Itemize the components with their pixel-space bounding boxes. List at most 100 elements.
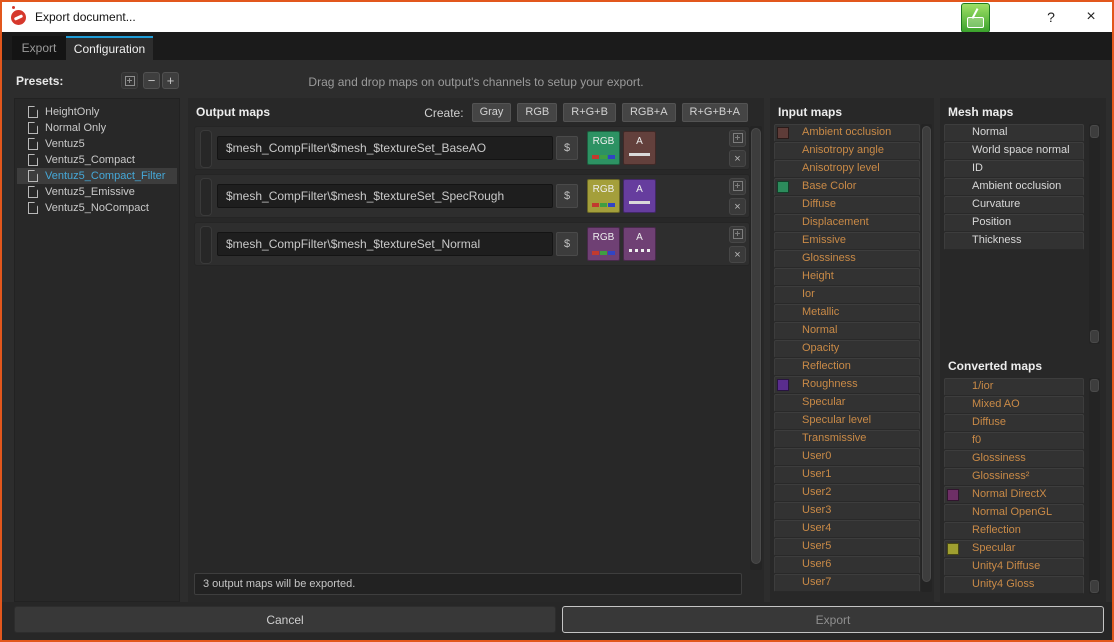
scrollbar-thumb[interactable] (751, 128, 761, 564)
drag-handle-icon[interactable] (200, 226, 212, 264)
converted-map-item[interactable]: Normal DirectX (944, 486, 1084, 504)
export-button[interactable]: Export (562, 606, 1104, 633)
close-button[interactable]: × (1074, 2, 1108, 32)
drag-handle-icon[interactable] (200, 178, 212, 216)
create-channel-button[interactable]: R+G+B (563, 103, 616, 122)
output-scrollbar[interactable] (750, 126, 762, 570)
converted-map-item[interactable]: 1/ior (944, 378, 1084, 396)
output-path-input[interactable] (217, 184, 553, 208)
rgb-channel-chip[interactable]: RGB (587, 227, 620, 261)
converted-map-item[interactable]: Mixed AO (944, 396, 1084, 414)
input-map-item[interactable]: Anisotropy angle (774, 142, 920, 160)
delete-output-button[interactable]: × (729, 246, 746, 263)
pattern-dollar-button[interactable]: $ (556, 136, 578, 160)
input-map-item[interactable]: Opacity (774, 340, 920, 358)
input-maps-scrollbar[interactable] (921, 124, 932, 592)
converted-map-item[interactable]: f0 (944, 432, 1084, 450)
input-map-item[interactable]: User7 (774, 574, 920, 592)
scrollbar-thumb[interactable] (1090, 330, 1099, 343)
input-map-item[interactable]: Metallic (774, 304, 920, 322)
duplicate-output-button[interactable] (729, 130, 746, 147)
input-map-item[interactable]: User2 (774, 484, 920, 502)
drag-handle-icon[interactable] (200, 130, 212, 168)
converted-map-item[interactable]: Diffuse (944, 414, 1084, 432)
alpha-channel-chip[interactable]: A (623, 227, 656, 261)
scrollbar-thumb[interactable] (922, 126, 931, 582)
input-map-item[interactable]: Diffuse (774, 196, 920, 214)
create-channel-button[interactable]: Gray (472, 103, 512, 122)
mesh-map-item[interactable]: Thickness (944, 232, 1084, 250)
mesh-map-item[interactable]: Curvature (944, 196, 1084, 214)
pattern-dollar-button[interactable]: $ (556, 232, 578, 256)
tab-configuration[interactable]: Configuration (66, 36, 153, 60)
input-map-item[interactable]: Roughness (774, 376, 920, 394)
create-channel-button[interactable]: RGB (517, 103, 557, 122)
preset-item[interactable]: Ventuz5_Emissive (17, 184, 177, 200)
cancel-button[interactable]: Cancel (14, 606, 556, 633)
preset-item[interactable]: Ventuz5_Compact_Filter (17, 168, 177, 184)
mesh-map-item[interactable]: Position (944, 214, 1084, 232)
input-map-item[interactable]: Ambient occlusion (774, 124, 920, 142)
input-map-item[interactable]: Transmissive (774, 430, 920, 448)
tab-export[interactable]: Export (12, 36, 66, 60)
preset-item[interactable]: Ventuz5 (17, 136, 177, 152)
alpha-channel-chip[interactable]: A (623, 179, 656, 213)
scrollbar-thumb[interactable] (1090, 379, 1099, 392)
input-map-item[interactable]: User0 (774, 448, 920, 466)
converted-map-item[interactable]: Specular (944, 540, 1084, 558)
duplicate-output-button[interactable] (729, 178, 746, 195)
output-path-input[interactable] (217, 232, 553, 256)
converted-map-item[interactable]: Reflection (944, 522, 1084, 540)
converted-map-item[interactable]: Glossiness² (944, 468, 1084, 486)
output-path-input[interactable] (217, 136, 553, 160)
input-map-item[interactable]: User3 (774, 502, 920, 520)
mesh-map-item[interactable]: Normal (944, 124, 1084, 142)
pattern-dollar-button[interactable]: $ (556, 184, 578, 208)
alpha-channel-chip[interactable]: A (623, 131, 656, 165)
input-map-item[interactable]: Reflection (774, 358, 920, 376)
input-map-item[interactable]: User1 (774, 466, 920, 484)
screenshot-tool-icon[interactable] (961, 3, 990, 33)
converted-maps-scrollbar[interactable] (1089, 378, 1100, 594)
create-channel-button[interactable]: R+G+B+A (682, 103, 748, 122)
input-map-item[interactable]: Ior (774, 286, 920, 304)
mesh-map-item[interactable]: Ambient occlusion (944, 178, 1084, 196)
input-map-item[interactable]: Specular (774, 394, 920, 412)
input-map-item[interactable]: Glossiness (774, 250, 920, 268)
converted-map-item[interactable]: Normal OpenGL (944, 504, 1084, 522)
delete-output-button[interactable]: × (729, 198, 746, 215)
help-button[interactable]: ? (1034, 2, 1068, 32)
converted-map-item[interactable]: Unity4 Gloss (944, 576, 1084, 594)
input-map-item[interactable]: Base Color (774, 178, 920, 196)
preset-item[interactable]: Ventuz5_Compact (17, 152, 177, 168)
scrollbar-thumb[interactable] (1090, 580, 1099, 593)
remove-preset-button[interactable]: − (143, 72, 160, 89)
rgb-channel-chip[interactable]: RGB (587, 179, 620, 213)
converted-map-item[interactable]: Unity4 Diffuse (944, 558, 1084, 576)
input-map-item[interactable]: User5 (774, 538, 920, 556)
map-label: 1/ior (972, 380, 993, 392)
create-channel-button[interactable]: RGB+A (622, 103, 676, 122)
rgb-channel-chip[interactable]: RGB (587, 131, 620, 165)
preset-item[interactable]: Ventuz5_NoCompact (17, 200, 177, 216)
input-map-item[interactable]: Anisotropy level (774, 160, 920, 178)
input-map-item[interactable]: Height (774, 268, 920, 286)
input-map-item[interactable]: Specular level (774, 412, 920, 430)
duplicate-output-button[interactable] (729, 226, 746, 243)
input-map-item[interactable]: Emissive (774, 232, 920, 250)
mesh-maps-scrollbar[interactable] (1089, 124, 1100, 344)
scrollbar-thumb[interactable] (1090, 125, 1099, 138)
preset-item[interactable]: HeightOnly (17, 104, 177, 120)
duplicate-preset-button[interactable] (121, 72, 138, 89)
input-map-item[interactable]: Normal (774, 322, 920, 340)
input-map-item[interactable]: Displacement (774, 214, 920, 232)
add-preset-button[interactable]: + (162, 72, 179, 89)
delete-output-button[interactable]: × (729, 150, 746, 167)
converted-map-item[interactable]: Glossiness (944, 450, 1084, 468)
input-map-item[interactable]: User6 (774, 556, 920, 574)
preset-item[interactable]: Normal Only (17, 120, 177, 136)
mesh-map-item[interactable]: World space normal (944, 142, 1084, 160)
map-label: Transmissive (802, 432, 866, 444)
input-map-item[interactable]: User4 (774, 520, 920, 538)
mesh-map-item[interactable]: ID (944, 160, 1084, 178)
